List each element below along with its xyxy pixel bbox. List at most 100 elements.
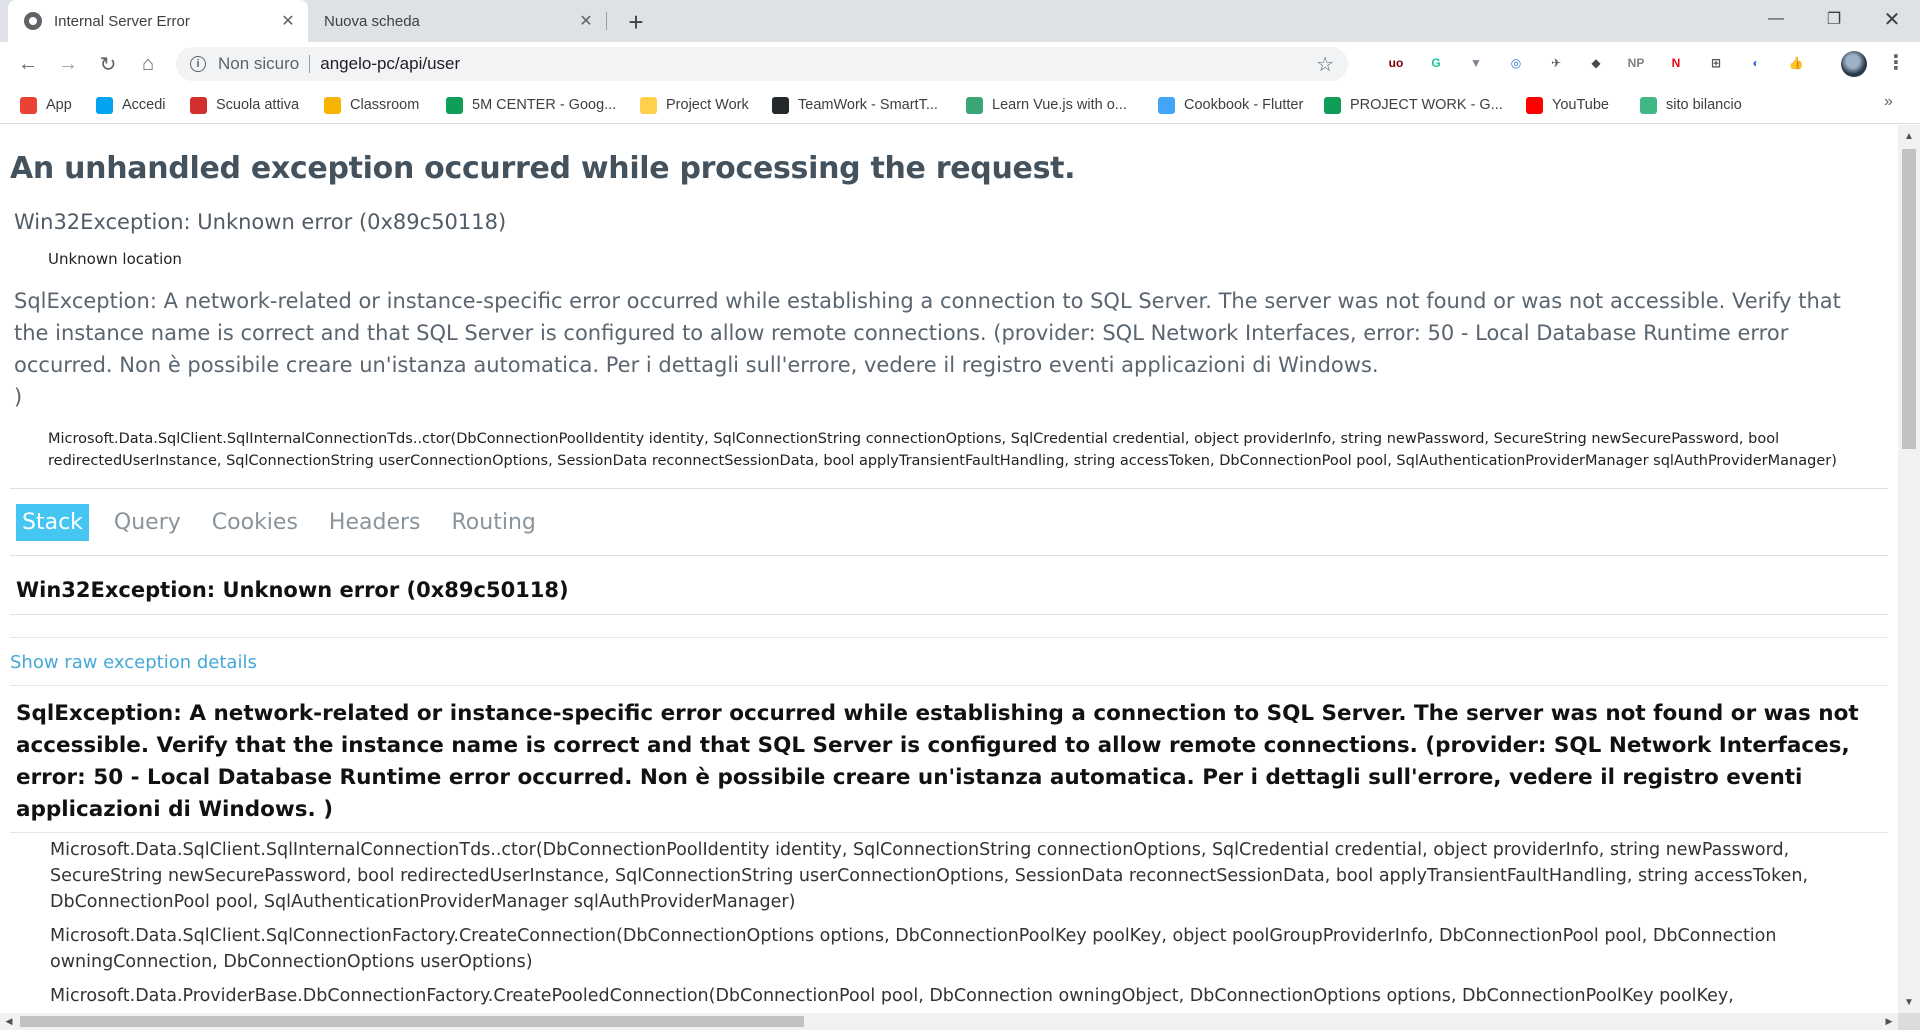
win32-error-summary: Win32Exception: Unknown error (0x89c5011…	[14, 210, 507, 234]
url-text[interactable]: angelo-pc/api/user	[320, 54, 460, 74]
bookmark-item[interactable]: PROJECT WORK - G...	[1324, 95, 1503, 115]
new-tab-button[interactable]: +	[620, 6, 652, 38]
close-window-button[interactable]: ✕	[1868, 0, 1916, 38]
tab-internal-server-error[interactable]: Internal Server Error ✕	[8, 0, 308, 42]
bookmark-label: Cookbook - Flutter	[1184, 97, 1304, 113]
globe-icon	[24, 12, 42, 30]
bookmark-item[interactable]: YouTube	[1526, 95, 1609, 115]
back-arrow-icon[interactable]: ←	[14, 50, 42, 78]
sql-error-summary: SqlException: A network-related or insta…	[10, 285, 1888, 413]
tab-nuova-scheda[interactable]: Nuova scheda ✕	[310, 0, 607, 42]
thumb-icon[interactable]: 👍	[1785, 52, 1807, 74]
bookmark-label: Scuola attiva	[216, 97, 300, 113]
extension-grid-icon[interactable]: ⊞	[1705, 52, 1727, 74]
detail-tabs: Stack Query Cookies Headers Routing	[10, 501, 1888, 556]
bookmark-item[interactable]: Scuola attiva	[190, 95, 299, 115]
tab-title: Nuova scheda	[324, 12, 420, 30]
bookmark-item[interactable]: Learn Vue.js with o...	[966, 95, 1127, 115]
bookmark-label: 5M CENTER - Goog...	[472, 97, 617, 113]
error-location: Unknown location	[48, 250, 182, 268]
vue-mastery-icon	[966, 96, 983, 114]
stack-frame[interactable]: Microsoft.Data.SqlClient.SqlInternalConn…	[10, 833, 1888, 919]
tab-cookies[interactable]: Cookies	[206, 504, 304, 541]
bookmark-item[interactable]: TeamWork - SmartT...	[772, 95, 938, 115]
tab-query[interactable]: Query	[108, 504, 187, 541]
bookmark-item[interactable]: Cookbook - Flutter	[1158, 95, 1303, 115]
stack-frame[interactable]: Microsoft.Data.SqlClient.SqlConnectionFa…	[10, 919, 1888, 979]
extension-shield-icon[interactable]: ◆	[1585, 52, 1607, 74]
bookmark-item[interactable]: 5M CENTER - Goog...	[446, 95, 616, 115]
apps-grid-icon	[20, 96, 37, 114]
page-viewport: An unhandled exception occurred while pr…	[0, 125, 1898, 1013]
extension-blue-icon[interactable]: ◐	[1745, 52, 1767, 74]
tab-strip: Internal Server Error ✕ Nuova scheda ✕ +…	[0, 0, 1920, 42]
scroll-down-arrow-icon[interactable]: ▼	[1898, 991, 1920, 1013]
bookmark-label: PROJECT WORK - G...	[1350, 97, 1503, 113]
horizontal-scroll-thumb[interactable]	[20, 1016, 804, 1027]
youtube-icon	[1526, 96, 1543, 114]
bookmark-label: Accedi	[122, 97, 166, 113]
show-raw-exception-link[interactable]: Show raw exception details	[10, 637, 1888, 686]
np-icon[interactable]: NP	[1625, 52, 1647, 74]
sql-error-text: SqlException: A network-related or insta…	[14, 289, 1841, 377]
maximize-button[interactable]: ❐	[1810, 0, 1858, 38]
sql-exception-title: SqlException: A network-related or insta…	[10, 686, 1888, 833]
google-drive-icon	[1324, 96, 1341, 114]
close-tab-icon[interactable]: ✕	[276, 9, 300, 33]
vue-icon	[1640, 96, 1657, 114]
classroom-icon	[324, 96, 341, 114]
profile-avatar[interactable]	[1841, 51, 1867, 77]
google-drive-icon	[446, 96, 463, 114]
sql-error-location: Microsoft.Data.SqlClient.SqlInternalConn…	[10, 428, 1888, 489]
divider	[309, 55, 311, 73]
netflix-icon[interactable]: N	[1665, 52, 1687, 74]
github-icon	[772, 96, 789, 114]
bookmark-item[interactable]: App	[20, 95, 72, 115]
bookmark-label: sito bilancio	[1666, 97, 1742, 113]
tab-headers[interactable]: Headers	[323, 504, 427, 541]
bookmark-label: Classroom	[350, 97, 420, 113]
extension-rocket-icon[interactable]: ✈	[1545, 52, 1567, 74]
info-icon[interactable]: i	[190, 56, 206, 72]
sql-error-closing: )	[14, 385, 23, 409]
page-title: An unhandled exception occurred while pr…	[10, 151, 1076, 186]
bookmark-item[interactable]: Classroom	[324, 95, 419, 115]
bookmark-label: Learn Vue.js with o...	[992, 97, 1127, 113]
scroll-up-arrow-icon[interactable]: ▲	[1898, 125, 1920, 147]
bookmarks-bar: App Accedi Scuola attiva Classroom 5M CENTER…	[0, 86, 1920, 124]
address-bar[interactable]: i Non sicuro angelo-pc/api/user ☆	[176, 47, 1348, 81]
vertical-scroll-thumb[interactable]	[1902, 149, 1916, 449]
bookmark-label: App	[46, 97, 72, 113]
bookmark-label: Project Work	[666, 97, 749, 113]
bookmark-label: TeamWork - SmartT...	[798, 97, 938, 113]
error-page: An unhandled exception occurred while pr…	[0, 151, 1898, 1013]
vertical-scrollbar[interactable]: ▲ ▼	[1898, 125, 1920, 1013]
stack-frame[interactable]: Microsoft.Data.ProviderBase.DbConnection…	[10, 979, 1888, 1013]
minimize-button[interactable]: —	[1752, 0, 1800, 38]
reload-icon[interactable]: ↻	[94, 50, 122, 78]
bookmark-star-icon[interactable]: ☆	[1316, 52, 1334, 77]
close-tab-icon[interactable]: ✕	[574, 9, 598, 33]
bookmark-item[interactable]: Project Work	[640, 95, 749, 115]
bookmark-item[interactable]: sito bilancio	[1640, 95, 1742, 115]
stack-exception-title: Win32Exception: Unknown error (0x89c5011…	[10, 578, 1888, 615]
scroll-right-arrow-icon[interactable]: ▶	[1880, 1013, 1898, 1030]
grammarly-icon[interactable]: G	[1425, 52, 1447, 74]
more-menu-icon[interactable]: ⋮	[1886, 50, 1906, 75]
vue-devtools-icon[interactable]: ▼	[1465, 52, 1487, 74]
horizontal-scrollbar[interactable]: ◀ ▶	[0, 1013, 1898, 1030]
folder-icon	[640, 96, 657, 114]
tab-stack[interactable]: Stack	[16, 503, 89, 541]
home-icon[interactable]: ⌂	[134, 50, 162, 78]
security-label[interactable]: Non sicuro	[218, 54, 299, 74]
flutter-icon	[1158, 96, 1175, 114]
extension-ring-icon[interactable]: ◎	[1505, 52, 1527, 74]
bookmarks-more-icon[interactable]: »	[1884, 93, 1893, 111]
ublock-icon[interactable]: uo	[1385, 52, 1407, 74]
forward-arrow-icon[interactable]: →	[54, 50, 82, 78]
tab-routing[interactable]: Routing	[446, 504, 542, 541]
scrollbar-corner	[1898, 1013, 1920, 1030]
bookmark-item[interactable]: Accedi	[96, 95, 166, 115]
scroll-left-arrow-icon[interactable]: ◀	[0, 1013, 18, 1030]
scuola-attiva-icon	[190, 96, 207, 114]
